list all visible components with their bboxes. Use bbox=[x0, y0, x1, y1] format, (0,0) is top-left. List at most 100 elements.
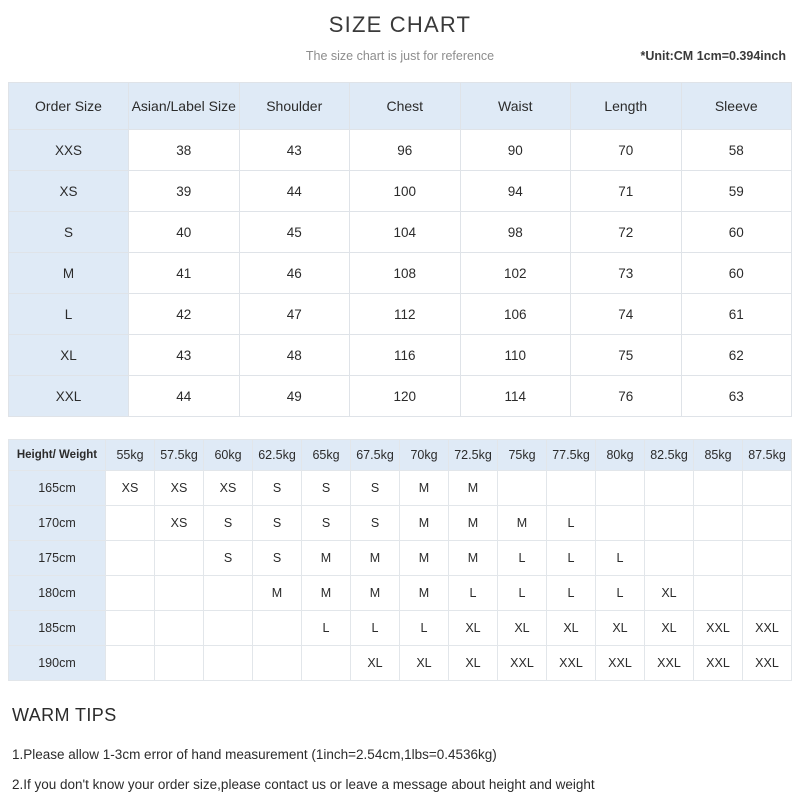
table-row: 185cm L L L XL XL XL XL XL XXL XXL bbox=[8, 610, 792, 646]
grid-size-cell: M bbox=[301, 575, 351, 611]
size-table-cell: 60 bbox=[680, 252, 792, 294]
size-table-cell: 100 bbox=[349, 170, 461, 212]
size-table-column-header: Asian/Label Size bbox=[128, 82, 240, 130]
grid-size-cell: L bbox=[497, 575, 547, 611]
size-table-section: Order Size Asian/Label Size Shoulder Chest W… bbox=[0, 82, 800, 417]
grid-size-cell: M bbox=[350, 575, 400, 611]
grid-size-cell bbox=[693, 540, 743, 576]
table-row: XXS 38 43 96 90 70 58 bbox=[8, 129, 792, 171]
grid-size-cell: S bbox=[203, 505, 253, 541]
warm-tip-line: 1.Please allow 1-3cm error of hand measu… bbox=[12, 747, 497, 762]
size-table-cell: 60 bbox=[680, 211, 792, 253]
size-table-cell: 61 bbox=[680, 293, 792, 335]
grid-size-cell: M bbox=[448, 505, 498, 541]
grid-size-cell bbox=[105, 610, 155, 646]
grid-size-cell: S bbox=[252, 505, 302, 541]
table-row: M 41 46 108 102 73 60 bbox=[8, 252, 792, 294]
grid-table-header-row: Height/ Weight 55kg 57.5kg 60kg 62.5kg 65kg 67… bbox=[8, 439, 792, 471]
size-table-cell: 112 bbox=[349, 293, 461, 335]
grid-size-cell: L bbox=[546, 540, 596, 576]
grid-size-cell: L bbox=[546, 505, 596, 541]
grid-size-cell: L bbox=[546, 575, 596, 611]
grid-size-cell bbox=[644, 540, 694, 576]
grid-size-cell: XXL bbox=[693, 645, 743, 681]
grid-size-cell: XL bbox=[546, 610, 596, 646]
grid-size-cell: M bbox=[399, 575, 449, 611]
grid-weight-header: 55kg bbox=[105, 439, 155, 471]
size-table-cell: 49 bbox=[238, 375, 350, 417]
size-table-cell: 110 bbox=[459, 334, 571, 376]
grid-size-cell bbox=[693, 470, 743, 506]
grid-weight-header: 80kg bbox=[595, 439, 645, 471]
grid-size-cell: XL bbox=[644, 610, 694, 646]
grid-weight-header: 82.5kg bbox=[644, 439, 694, 471]
grid-size-cell: XXL bbox=[742, 610, 792, 646]
table-row: XXL 44 49 120 114 76 63 bbox=[8, 375, 792, 417]
grid-size-cell bbox=[154, 575, 204, 611]
header-area: SIZE CHART The size chart is just for re… bbox=[0, 0, 800, 72]
grid-size-cell: XXL bbox=[546, 645, 596, 681]
grid-size-cell: L bbox=[350, 610, 400, 646]
grid-size-cell bbox=[154, 610, 204, 646]
table-row: S 40 45 104 98 72 60 bbox=[8, 211, 792, 253]
grid-size-cell: M bbox=[497, 505, 547, 541]
warm-tips-title: WARM TIPS bbox=[12, 705, 117, 725]
grid-size-cell: M bbox=[399, 505, 449, 541]
size-table-row-label: L bbox=[8, 293, 129, 335]
size-table-column-header: Order Size bbox=[8, 82, 129, 130]
size-table-cell: 44 bbox=[128, 375, 240, 417]
size-table-cell: 116 bbox=[349, 334, 461, 376]
grid-size-cell: XS bbox=[105, 470, 155, 506]
grid-size-cell bbox=[301, 645, 351, 681]
size-table-row-label: XL bbox=[8, 334, 129, 376]
size-table-cell: 108 bbox=[349, 252, 461, 294]
grid-size-cell bbox=[644, 470, 694, 506]
table-row: 175cm S S M M M M L L L bbox=[8, 540, 792, 576]
grid-height-label: 175cm bbox=[8, 540, 106, 576]
size-table-cell: 71 bbox=[570, 170, 682, 212]
size-table-cell: 58 bbox=[680, 129, 792, 171]
grid-weight-header: 77.5kg bbox=[546, 439, 596, 471]
grid-size-cell: L bbox=[595, 540, 645, 576]
size-table-cell: 94 bbox=[459, 170, 571, 212]
grid-size-cell: XL bbox=[448, 645, 498, 681]
grid-size-cell bbox=[497, 470, 547, 506]
grid-size-cell: XL bbox=[399, 645, 449, 681]
grid-size-cell: XS bbox=[154, 470, 204, 506]
grid-table-body: 165cm XS XS XS S S S M M 170cm XS S S S S M M M L 175cm S S M M… bbox=[8, 470, 792, 681]
size-table-cell: 90 bbox=[459, 129, 571, 171]
size-table-cell: 44 bbox=[238, 170, 350, 212]
grid-size-cell bbox=[595, 505, 645, 541]
grid-size-cell: XL bbox=[448, 610, 498, 646]
grid-size-cell: M bbox=[448, 540, 498, 576]
grid-size-cell bbox=[742, 575, 792, 611]
size-table-cell: 62 bbox=[680, 334, 792, 376]
table-row: 165cm XS XS XS S S S M M bbox=[8, 470, 792, 506]
table-row: XS 39 44 100 94 71 59 bbox=[8, 170, 792, 212]
grid-height-label: 185cm bbox=[8, 610, 106, 646]
size-table-cell: 75 bbox=[570, 334, 682, 376]
grid-weight-header: 87.5kg bbox=[742, 439, 792, 471]
size-table-cell: 38 bbox=[128, 129, 240, 171]
size-table-cell: 39 bbox=[128, 170, 240, 212]
grid-size-cell bbox=[154, 540, 204, 576]
size-table-cell: 41 bbox=[128, 252, 240, 294]
grid-size-cell bbox=[595, 470, 645, 506]
size-table-cell: 45 bbox=[238, 211, 350, 253]
grid-size-cell bbox=[742, 540, 792, 576]
grid-size-cell bbox=[105, 575, 155, 611]
grid-size-cell: S bbox=[252, 470, 302, 506]
grid-size-cell bbox=[252, 610, 302, 646]
size-table-header-row: Order Size Asian/Label Size Shoulder Chest W… bbox=[8, 82, 792, 130]
grid-weight-header: 67.5kg bbox=[350, 439, 400, 471]
grid-size-cell bbox=[742, 505, 792, 541]
grid-weight-header: 70kg bbox=[399, 439, 449, 471]
table-row: L 42 47 112 106 74 61 bbox=[8, 293, 792, 335]
grid-size-cell: M bbox=[301, 540, 351, 576]
grid-size-cell: XL bbox=[595, 610, 645, 646]
grid-size-cell: M bbox=[350, 540, 400, 576]
grid-size-cell bbox=[252, 645, 302, 681]
warm-tips-lines: 1.Please allow 1-3cm error of hand measu… bbox=[12, 740, 788, 800]
size-table-column-header: Waist bbox=[459, 82, 571, 130]
grid-size-cell bbox=[105, 540, 155, 576]
